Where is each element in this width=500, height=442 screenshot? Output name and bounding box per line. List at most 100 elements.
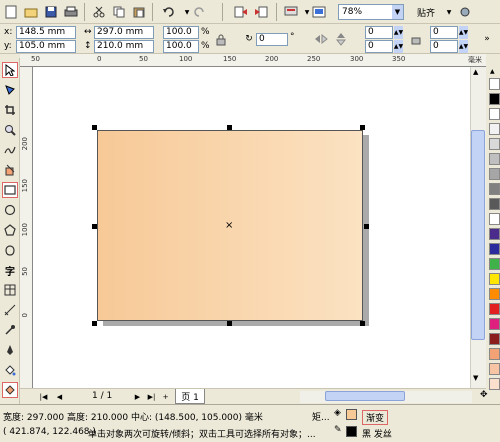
spin-arrows-icon[interactable]: ▲▼ xyxy=(459,26,468,39)
interactive-fill-tool-icon[interactable] xyxy=(2,362,18,378)
text-tool-icon[interactable]: 字 xyxy=(2,262,18,278)
vertical-ruler[interactable]: 200 150 100 50 0 xyxy=(20,67,33,388)
color-swatch[interactable] xyxy=(489,288,500,300)
selection-handle[interactable] xyxy=(360,321,365,326)
fill-swatch[interactable] xyxy=(346,409,357,420)
first-page-icon[interactable]: |◀ xyxy=(38,391,49,402)
color-swatch[interactable] xyxy=(489,228,500,240)
ellipse-tool-icon[interactable] xyxy=(2,202,18,218)
new-document-icon[interactable] xyxy=(2,3,20,21)
crop-tool-icon[interactable] xyxy=(2,102,18,118)
rectangle-tool-icon[interactable] xyxy=(2,182,18,198)
color-swatch[interactable] xyxy=(489,258,500,270)
color-swatch[interactable] xyxy=(489,243,500,255)
pick-tool-icon[interactable] xyxy=(2,62,18,78)
horizontal-scroll-thumb[interactable] xyxy=(325,391,405,401)
color-swatch[interactable] xyxy=(489,153,500,165)
color-swatch[interactable] xyxy=(489,198,500,210)
selection-handle[interactable] xyxy=(360,125,365,130)
fill-tool-icon[interactable] xyxy=(2,382,18,398)
color-swatch[interactable] xyxy=(489,93,500,105)
round-corners-lock-icon[interactable] xyxy=(407,30,425,48)
color-swatch[interactable] xyxy=(489,273,500,285)
scale-y-field[interactable]: 100.0 xyxy=(163,40,199,53)
color-swatch[interactable] xyxy=(489,168,500,180)
corner-radius-bottom-left[interactable]: 0 xyxy=(365,40,393,53)
horizontal-ruler[interactable]: 50 0 50 100 150 200 250 300 350 毫米 xyxy=(20,54,486,67)
add-page-icon[interactable]: + xyxy=(160,391,171,402)
y-position-field[interactable]: 105.0 mm xyxy=(16,40,76,53)
color-swatch[interactable] xyxy=(489,108,500,120)
freehand-tool-icon[interactable] xyxy=(2,142,18,158)
spin-arrows-icon[interactable]: ▲▼ xyxy=(394,40,403,53)
polygon-tool-icon[interactable] xyxy=(2,222,18,238)
spin-arrows-icon[interactable]: ▲▼ xyxy=(459,40,468,53)
vertical-scroll-thumb[interactable] xyxy=(471,130,485,340)
lock-ratio-icon[interactable] xyxy=(212,31,230,49)
selection-handle[interactable] xyxy=(227,125,232,130)
corner-radius-bottom-right[interactable]: 0 xyxy=(430,40,458,53)
degree-label: ° xyxy=(290,32,295,42)
page-tab-1[interactable]: 页 1 xyxy=(175,389,205,404)
mirror-vertical-icon[interactable] xyxy=(332,30,350,48)
x-position-field[interactable]: 148.5 mm xyxy=(16,26,76,39)
outline-pen-tool-icon[interactable] xyxy=(2,342,18,358)
scroll-up-icon[interactable]: ▲ xyxy=(473,68,478,76)
palette-scroll-up-icon[interactable]: ▲ xyxy=(490,68,495,75)
color-swatch[interactable] xyxy=(489,123,500,135)
scroll-down-icon[interactable]: ▼ xyxy=(473,374,478,382)
ruler-label: 150 xyxy=(21,179,29,193)
height-field[interactable]: 210.0 mm xyxy=(94,40,154,53)
width-field[interactable]: 297.0 mm xyxy=(94,26,154,39)
color-swatch[interactable] xyxy=(489,78,500,90)
chevron-down-icon[interactable]: ▼ xyxy=(392,5,403,19)
table-tool-icon[interactable] xyxy=(2,282,18,298)
toolbar-overflow-icon[interactable]: » xyxy=(478,30,496,48)
rotation-field[interactable]: 0 xyxy=(256,33,288,46)
color-swatch[interactable] xyxy=(489,348,500,360)
paste-icon[interactable] xyxy=(130,3,148,21)
shape-tool-icon[interactable] xyxy=(2,82,18,98)
cut-icon[interactable] xyxy=(90,3,108,21)
export-icon[interactable] xyxy=(252,3,270,21)
color-swatch[interactable] xyxy=(489,363,500,375)
next-page-icon[interactable]: ▶ xyxy=(132,391,143,402)
dimension-tool-icon[interactable] xyxy=(2,302,18,318)
mirror-horizontal-icon[interactable] xyxy=(312,30,330,48)
basic-shapes-tool-icon[interactable] xyxy=(2,242,18,258)
outline-swatch[interactable] xyxy=(346,426,357,437)
save-icon[interactable] xyxy=(42,3,60,21)
selection-handle[interactable] xyxy=(92,321,97,326)
selection-handle[interactable] xyxy=(227,321,232,326)
selection-handle[interactable] xyxy=(92,125,97,130)
previous-page-icon[interactable]: ◀ xyxy=(54,391,65,402)
last-page-icon[interactable]: ▶| xyxy=(146,391,157,402)
spin-arrows-icon[interactable]: ▲▼ xyxy=(394,26,403,39)
selection-handle[interactable] xyxy=(92,224,97,229)
color-swatch[interactable] xyxy=(489,213,500,225)
color-swatch[interactable] xyxy=(489,318,500,330)
corner-radius-top-right[interactable]: 0 xyxy=(430,26,458,39)
outline-label: 黑 发丝 xyxy=(362,430,392,440)
scale-x-field[interactable]: 100.0 xyxy=(163,26,199,39)
open-folder-icon[interactable] xyxy=(22,3,40,21)
color-swatch[interactable] xyxy=(489,138,500,150)
copy-icon[interactable] xyxy=(110,3,128,21)
color-swatch[interactable] xyxy=(489,378,500,390)
eyedropper-tool-icon[interactable] xyxy=(2,322,18,338)
import-icon[interactable] xyxy=(232,3,250,21)
options-icon[interactable] xyxy=(456,3,474,21)
redo-icon[interactable] xyxy=(190,3,208,21)
color-swatch[interactable] xyxy=(489,303,500,315)
zoom-tool-icon[interactable] xyxy=(2,122,18,138)
navigator-icon[interactable]: ✥ xyxy=(480,390,496,402)
undo-icon[interactable] xyxy=(160,3,178,21)
color-swatch[interactable] xyxy=(489,183,500,195)
welcome-screen-icon[interactable] xyxy=(310,3,328,21)
print-icon[interactable] xyxy=(62,3,80,21)
corner-radius-top-left[interactable]: 0 xyxy=(365,26,393,39)
smart-fill-tool-icon[interactable] xyxy=(2,162,18,178)
selection-handle[interactable] xyxy=(364,224,369,229)
snap-to-button[interactable]: 贴齐 xyxy=(417,6,435,19)
color-swatch[interactable] xyxy=(489,333,500,345)
